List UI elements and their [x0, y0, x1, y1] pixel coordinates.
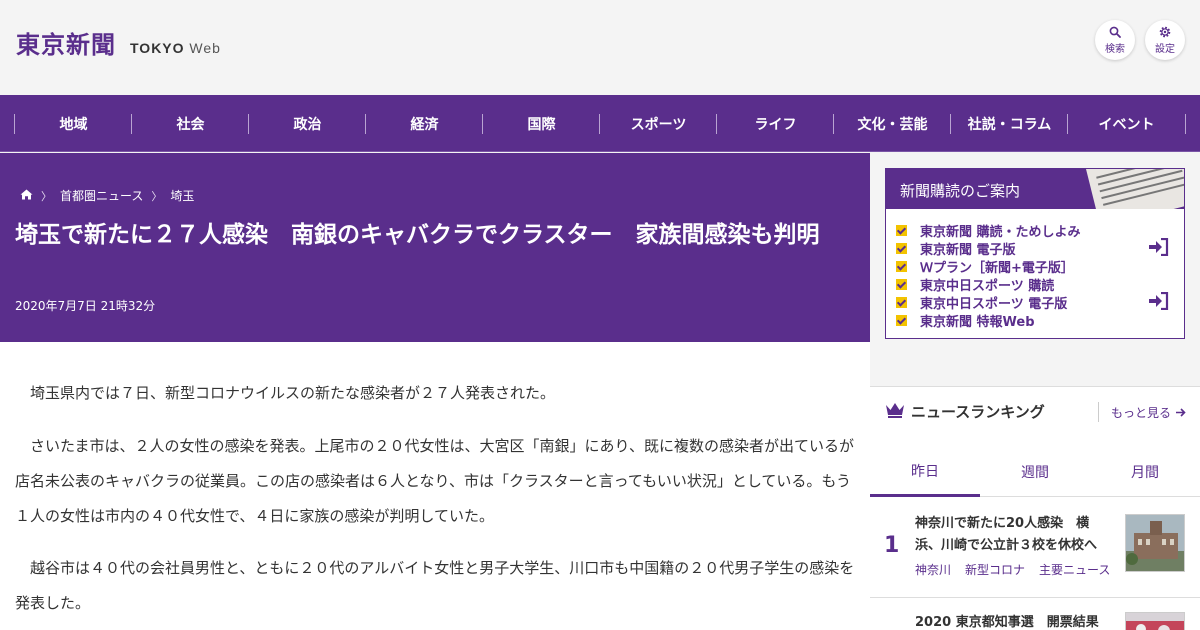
crown-icon: [885, 402, 905, 422]
nav-item-life[interactable]: ライフ: [717, 95, 834, 152]
subscription-link-label: 東京新聞 購読・ためしよみ: [920, 224, 1081, 240]
nav-divider: [1185, 114, 1186, 134]
chevron-right-icon: 〉: [151, 189, 163, 203]
checkbox-icon: [896, 242, 907, 254]
gear-icon: [1159, 25, 1171, 38]
article-paragraph: 埼玉県内では７日、新型コロナウイルスの新たな感染者が２７人発表された。: [15, 384, 556, 402]
subscription-link-label: 東京新聞 特報Web: [920, 314, 1035, 330]
subscription-heading: 新聞購読のご案内: [900, 182, 1021, 200]
nav-item-sports[interactable]: スポーツ: [600, 95, 717, 152]
home-icon[interactable]: [20, 189, 33, 203]
subscription-header: 新聞購読のご案内: [886, 169, 1184, 209]
article-paragraph: 越谷市は４０代の会社員男性と、ともに２０代のアルバイト女性と男子大学生、川口市も…: [15, 559, 855, 612]
article-title: 埼玉で新たに２７人感染 南銀のキャバクラでクラスター 家族間感染も判明: [15, 222, 820, 248]
ranking-number: 1: [884, 533, 900, 558]
ranking-tabs: 昨日 週間 月間: [870, 447, 1200, 497]
tag-link[interactable]: 神奈川: [915, 563, 951, 577]
ranking-item-title[interactable]: 神奈川で新たに20人感染 横浜、川崎で公立計３校を休校へ: [915, 513, 1115, 557]
checkbox-icon: [896, 224, 907, 236]
subscription-box: 新聞購読のご案内 東京新聞 購読・ためしよみ 東京新聞 電子版 Ｗプラン［新聞+…: [885, 168, 1185, 339]
subscription-link-label: 東京新聞 電子版: [920, 242, 1016, 258]
site-logo[interactable]: 東京新聞 TOKYO Web: [16, 25, 221, 60]
breadcrumb-item[interactable]: 首都圏ニュース: [60, 187, 143, 204]
checkbox-icon: [896, 260, 907, 272]
subscription-link[interactable]: 東京中日スポーツ 購読: [896, 275, 1081, 294]
nav-item-events[interactable]: イベント: [1068, 95, 1185, 152]
search-button[interactable]: 検索: [1095, 20, 1135, 60]
settings-button-label: 設定: [1155, 44, 1175, 55]
article-body: 埼玉県内では７日、新型コロナウイルスの新たな感染者が２７人発表された。 さいたま…: [0, 342, 870, 630]
tag-link[interactable]: 主要ニュース: [1039, 563, 1110, 577]
nav-item-politics[interactable]: 政治: [249, 95, 366, 152]
main-nav: 地域 社会 政治 経済 国際 スポーツ ライフ 文化・芸能 社説・コラム イベン…: [0, 95, 1200, 152]
site-header: 東京新聞 TOKYO Web 検索 設定: [0, 0, 1200, 95]
tab-monthly[interactable]: 月間: [1090, 447, 1200, 497]
arrow-right-icon: [1175, 407, 1186, 418]
ranking-more-label: もっと見る: [1111, 405, 1172, 420]
ranking-item-title[interactable]: 2020 東京都知事選 開票結果: [915, 612, 1125, 630]
ranking-more-link[interactable]: もっと見る: [1098, 402, 1186, 422]
subscription-link[interactable]: 東京新聞 購読・ためしよみ: [896, 221, 1081, 240]
nav-item-economy[interactable]: 経済: [366, 95, 483, 152]
ranking-item-thumbnail[interactable]: [1125, 514, 1185, 572]
login-icon[interactable]: [1149, 291, 1169, 311]
nav-item-region[interactable]: 地域: [15, 95, 132, 152]
nav-item-society[interactable]: 社会: [132, 95, 249, 152]
logo-subtitle-light: Web: [189, 40, 221, 56]
subscription-link-label: 東京中日スポーツ 購読: [920, 278, 1055, 294]
ranking-heading: ニュースランキング: [911, 403, 1045, 421]
ranking-item-tags: 神奈川 新型コロナ 主要ニュース: [915, 561, 1124, 578]
nav-item-international[interactable]: 国際: [483, 95, 600, 152]
ranking-item[interactable]: 2020 東京都知事選 開票結果: [870, 597, 1200, 630]
subscription-link-label: 東京中日スポーツ 電子版: [920, 296, 1068, 312]
article-date: 2020年7月7日 21時32分: [15, 299, 156, 313]
search-button-label: 検索: [1105, 44, 1125, 55]
ranking-item[interactable]: 1 神奈川で新たに20人感染 横浜、川崎で公立計３校を休校へ 神奈川 新型コロナ主…: [870, 497, 1200, 597]
settings-button[interactable]: 設定: [1145, 20, 1185, 60]
tag-link[interactable]: 新型コロナ: [965, 563, 1025, 577]
subscription-link[interactable]: Ｗプラン［新聞+電子版］: [896, 257, 1081, 276]
article-header: 〉 首都圏ニュース 〉 埼玉 埼玉で新たに２７人感染 南銀のキャバクラでクラスタ…: [0, 153, 870, 342]
tab-weekly[interactable]: 週間: [980, 447, 1090, 497]
nav-item-editorial[interactable]: 社説・コラム: [951, 95, 1068, 152]
ranking-header: ニュースランキング: [885, 401, 1045, 422]
subscription-link[interactable]: 東京新聞 特報Web: [896, 311, 1081, 330]
ranking-item-thumbnail[interactable]: [1125, 612, 1185, 630]
checkbox-icon: [896, 278, 907, 290]
subscription-list: 東京新聞 購読・ためしよみ 東京新聞 電子版 Ｗプラン［新聞+電子版］ 東京中日…: [896, 221, 1081, 330]
news-ranking: ニュースランキング もっと見る 昨日 週間 月間 1 神奈川で新たに20人感染 …: [870, 386, 1200, 630]
logo-wordmark: 東京新聞: [16, 30, 116, 59]
breadcrumb: 〉 首都圏ニュース 〉 埼玉: [20, 187, 194, 204]
newspaper-image: [1086, 169, 1184, 209]
logo-subtitle: TOKYO Web: [130, 40, 221, 56]
checkbox-icon: [896, 296, 907, 308]
subscription-link-label: Ｗプラン［新聞+電子版］: [920, 260, 1074, 276]
subscription-link[interactable]: 東京中日スポーツ 電子版: [896, 293, 1081, 312]
login-icon[interactable]: [1149, 237, 1169, 257]
article-paragraph: さいたま市は、２人の女性の感染を発表。上尾市の２０代女性は、大宮区「南銀」にあり…: [15, 437, 854, 525]
tab-yesterday[interactable]: 昨日: [870, 447, 980, 497]
chevron-right-icon: 〉: [41, 189, 52, 203]
search-icon: [1109, 25, 1121, 38]
checkbox-icon: [896, 314, 907, 326]
breadcrumb-item[interactable]: 埼玉: [170, 187, 194, 204]
subscription-link[interactable]: 東京新聞 電子版: [896, 239, 1081, 258]
nav-item-culture[interactable]: 文化・芸能: [834, 95, 951, 152]
logo-subtitle-bold: TOKYO: [130, 40, 185, 56]
